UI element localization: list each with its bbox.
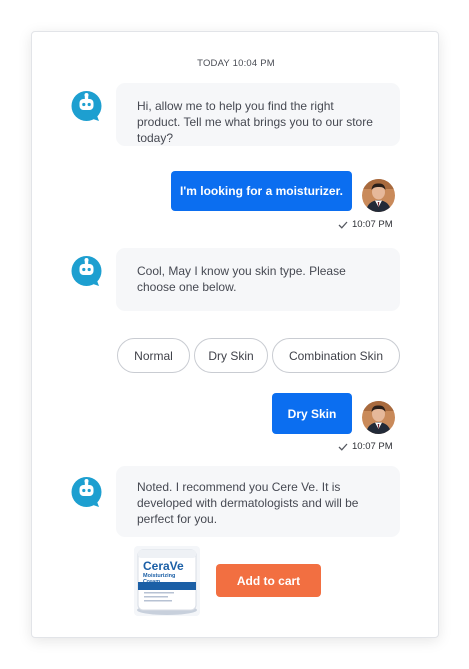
user-message-text: Dry Skin	[287, 406, 337, 421]
check-icon	[338, 443, 348, 451]
bot-avatar-icon	[70, 476, 103, 509]
bot-message: Cool, May I know you skin type. Please c…	[116, 248, 400, 311]
user-message-text: I'm looking for a moisturizer.	[180, 184, 343, 198]
message-time: 10:07 PM	[338, 219, 393, 230]
quick-reply-dry-skin[interactable]: Dry Skin	[194, 338, 268, 373]
chat-window: TODAY 10:04 PM Hi, allow me to help you …	[31, 31, 439, 638]
user-avatar	[362, 179, 395, 212]
bot-message-text: Noted. I recommend you Cere Ve. It is de…	[137, 480, 359, 526]
product-line2: Cream	[143, 579, 160, 585]
bot-message: Hi, allow me to help you find the right …	[116, 83, 400, 146]
check-icon	[338, 221, 348, 229]
bot-avatar-icon	[70, 90, 103, 123]
date-header: TODAY 10:04 PM	[197, 58, 275, 69]
product-image[interactable]: CeraVe Moisturizing Cream	[134, 546, 200, 616]
message-time-text: 10:07 PM	[352, 219, 393, 230]
quick-reply-normal[interactable]: Normal	[117, 338, 190, 373]
user-message: I'm looking for a moisturizer.	[171, 171, 352, 211]
add-to-cart-button[interactable]: Add to cart	[216, 564, 321, 597]
bot-message-text: Hi, allow me to help you find the right …	[137, 99, 373, 145]
product-brand: CeraVe	[143, 559, 184, 573]
bot-avatar-icon	[70, 255, 103, 288]
quick-reply-combination-skin[interactable]: Combination Skin	[272, 338, 400, 373]
message-time: 10:07 PM	[338, 441, 393, 452]
bot-message-text: Cool, May I know you skin type. Please c…	[137, 264, 346, 294]
user-message: Dry Skin	[272, 393, 352, 434]
user-avatar	[362, 401, 395, 434]
message-time-text: 10:07 PM	[352, 441, 393, 452]
bot-message: Noted. I recommend you Cere Ve. It is de…	[116, 466, 400, 537]
